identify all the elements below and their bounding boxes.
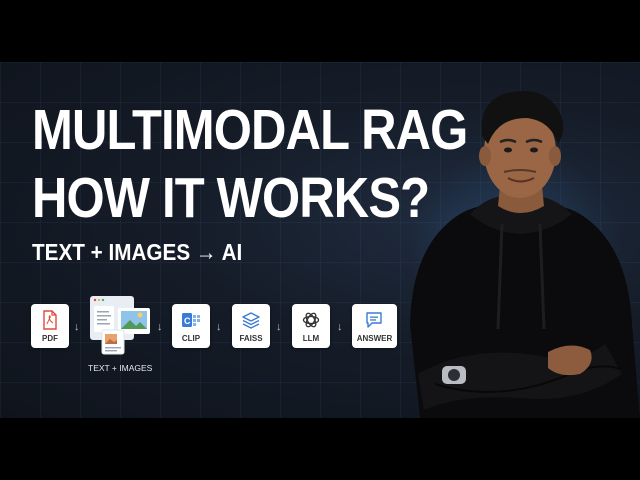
- presenter-photo: [410, 91, 640, 418]
- arrow-icon: ↓: [216, 321, 222, 333]
- pipeline-step-faiss: FAISS: [232, 304, 270, 348]
- openai-icon: [302, 312, 320, 328]
- pipeline-step-clip: C CLIP: [172, 304, 210, 348]
- pipeline-step-label: CLIP: [181, 334, 201, 343]
- pipeline-step-label: TEXT + IMAGES: [88, 363, 153, 373]
- pdf-icon: [43, 310, 57, 330]
- pipeline-step-label: FAISS: [239, 334, 263, 343]
- svg-text:C: C: [184, 316, 191, 326]
- thumbnail-frame: MULTIMODAL RAG HOW IT WORKS? TEXT + IMAG…: [0, 62, 640, 418]
- pipeline-step-pdf: PDF: [31, 304, 69, 348]
- chat-bubble-icon: [366, 312, 382, 328]
- pipeline-step-label: ANSWER: [356, 334, 393, 343]
- layers-icon: [242, 312, 260, 329]
- arrow-icon: ↓: [157, 321, 163, 333]
- documents-images-icon: [90, 296, 150, 355]
- thumbnail: MULTIMODAL RAG HOW IT WORKS? TEXT + IMAG…: [0, 0, 640, 480]
- arrow-icon: ↓: [276, 321, 282, 333]
- arrow-icon: ↓: [74, 321, 80, 333]
- pipeline-step-text-images: [88, 294, 154, 356]
- pipeline-step-llm: LLM: [292, 304, 330, 348]
- clip-icon: C: [182, 313, 200, 327]
- arrow-icon: ↓: [337, 321, 343, 333]
- pipeline-step-answer: ANSWER: [352, 304, 397, 348]
- pipeline-step-label: PDF: [42, 334, 58, 343]
- pipeline-step-label: LLM: [302, 334, 320, 343]
